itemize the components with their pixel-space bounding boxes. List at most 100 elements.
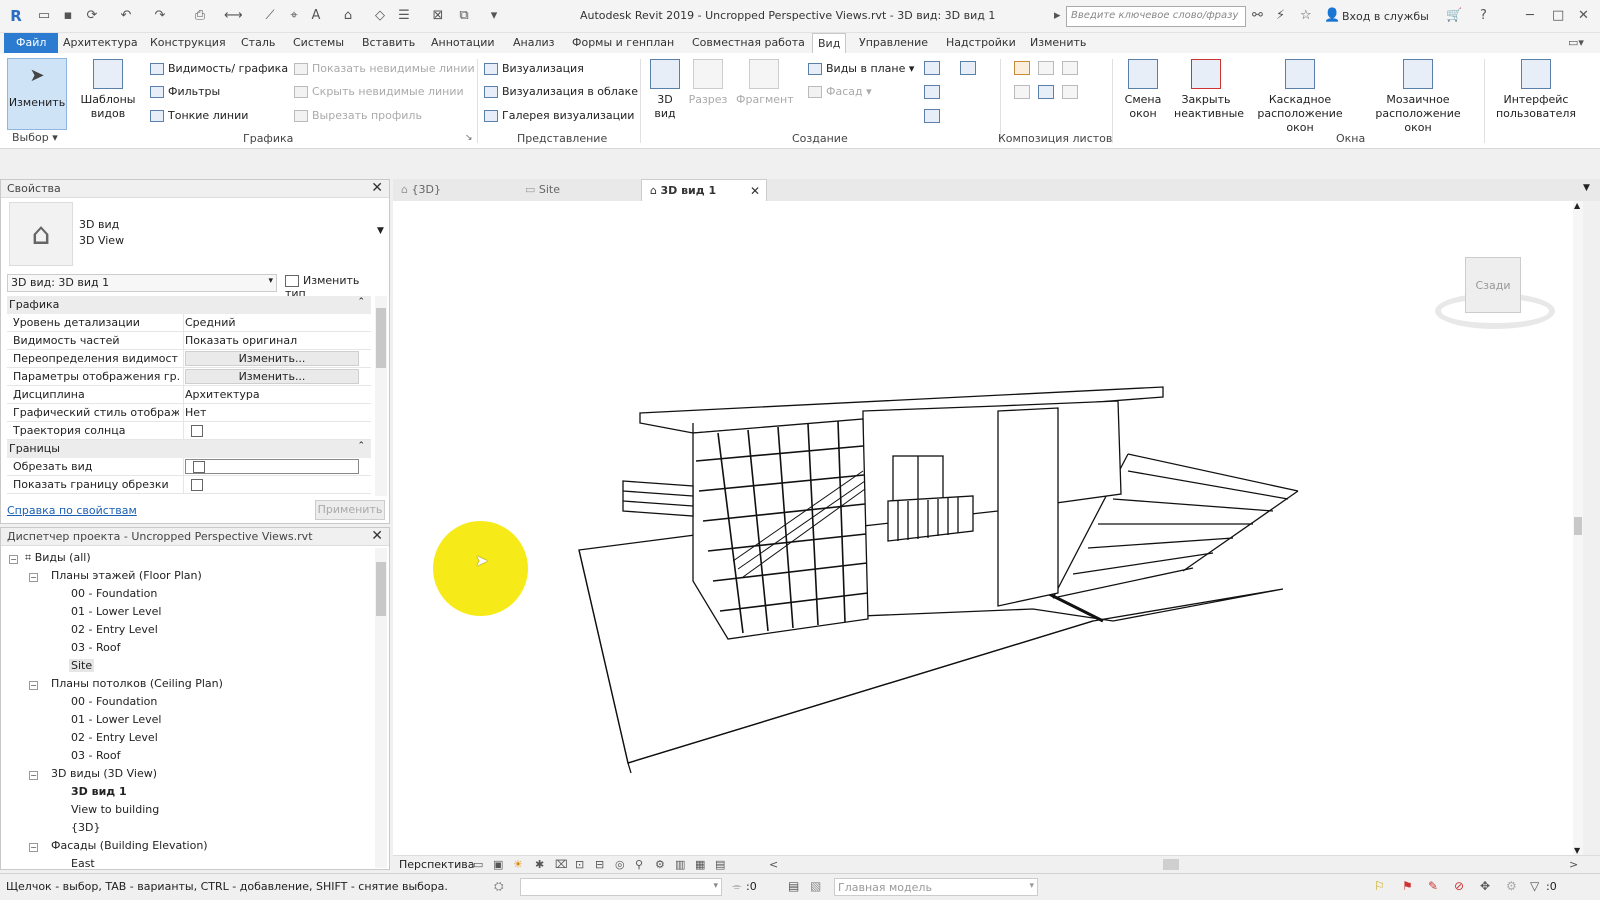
analytical-icon[interactable]: ▥ xyxy=(675,858,685,871)
close-icon[interactable]: ✕ xyxy=(1578,8,1589,23)
select-by-face-icon[interactable]: ⊘ xyxy=(1454,879,1464,893)
tab-structure[interactable]: Конструкция xyxy=(145,33,231,53)
select-pinned-icon[interactable]: ✎ xyxy=(1428,879,1438,893)
tabs-dropdown-icon[interactable]: ▼ xyxy=(1583,183,1590,193)
sheet-icon[interactable] xyxy=(1014,61,1030,75)
callout-button[interactable]: Фрагмент xyxy=(736,59,794,107)
prop-value[interactable]: Нет xyxy=(185,406,206,419)
tab-analyze[interactable]: Анализ xyxy=(508,33,560,53)
sync-icon[interactable]: ⟳ xyxy=(84,8,100,24)
3d-view-button[interactable]: 3D вид xyxy=(648,59,682,121)
3d-view-icon[interactable]: ⌂ xyxy=(340,8,356,24)
workset-dropdown[interactable]: ▾ xyxy=(520,878,722,896)
undo-icon[interactable]: ↶ xyxy=(118,8,134,24)
properties-help-link[interactable]: Справка по свойствам xyxy=(7,504,137,517)
collapse-toggle-icon[interactable]: − xyxy=(9,555,18,564)
edit-type-button[interactable]: Изменить тип xyxy=(285,274,381,300)
temp-properties-icon[interactable]: ⚙ xyxy=(655,858,665,871)
print-icon[interactable]: ⎙ xyxy=(192,8,208,24)
select-links-icon[interactable]: ⚐ xyxy=(1374,879,1385,893)
filter-icon[interactable]: ▽ xyxy=(1530,879,1539,893)
measure-icon[interactable]: ⟷ xyxy=(224,8,243,24)
tree-item[interactable]: 03 - Roof xyxy=(71,749,120,762)
rendering-icon[interactable]: ✱ xyxy=(535,858,544,871)
projection-label[interactable]: Перспектива xyxy=(399,858,474,871)
search-input[interactable]: Введите ключевое слово/фразу xyxy=(1066,6,1246,27)
guide-grid-icon[interactable] xyxy=(1038,85,1054,99)
thin-lines-button[interactable]: Тонкие линии xyxy=(150,109,248,122)
crop-view-checkbox[interactable] xyxy=(193,461,205,473)
section-extents[interactable]: Границы ⌃ xyxy=(7,440,371,458)
titleblock-icon[interactable] xyxy=(1038,61,1054,75)
dimension-icon[interactable]: ⟋ xyxy=(262,8,278,24)
editable-only-icon[interactable]: ⌯ xyxy=(732,879,742,894)
filters-button[interactable]: Фильтры xyxy=(150,85,220,98)
view-ref-icon[interactable] xyxy=(1014,85,1030,99)
hscroll-right-icon[interactable]: > xyxy=(1569,858,1578,871)
tab-manage[interactable]: Управление xyxy=(854,33,933,53)
tab-3d-view-1[interactable]: ⌂ 3D вид 1 ✕ xyxy=(641,179,767,201)
close-hidden-icon[interactable]: ⊠ xyxy=(430,8,446,24)
tree-item[interactable]: View to building xyxy=(71,803,159,816)
viewport-hscroll-thumb[interactable] xyxy=(1163,859,1179,870)
tab-3d-default[interactable]: ⌂ {3D} xyxy=(393,179,515,201)
user-interface-button[interactable]: Интерфейс пользователя xyxy=(1492,59,1580,121)
tab-addins[interactable]: Надстройки xyxy=(941,33,1021,53)
highlight-icon[interactable]: ▦ xyxy=(695,858,705,871)
scroll-down-icon[interactable]: ▼ xyxy=(1574,846,1580,855)
collapse-toggle-icon[interactable]: − xyxy=(29,843,38,852)
tab-collaborate[interactable]: Совместная работа xyxy=(687,33,810,53)
crop-view-icon[interactable]: ⌧ xyxy=(555,858,568,871)
hscroll-left-icon[interactable]: < xyxy=(769,858,778,871)
maximize-icon[interactable]: □ xyxy=(1552,8,1564,23)
render-button[interactable]: Визуализация xyxy=(484,62,584,75)
lock-view-icon[interactable]: ⊟ xyxy=(595,858,604,871)
render-cloud-button[interactable]: Визуализация в облаке xyxy=(484,85,638,98)
communication-icon[interactable]: ⚡ xyxy=(1276,8,1285,23)
show-crop-checkbox[interactable] xyxy=(191,479,203,491)
drafting-view-icon[interactable] xyxy=(924,61,940,75)
sun-path-checkbox[interactable] xyxy=(191,425,203,437)
close-icon[interactable]: ✕ xyxy=(371,180,383,196)
type-selector-arrow-icon[interactable]: ▼ xyxy=(377,226,384,236)
tree-item-active[interactable]: 3D вид 1 xyxy=(71,785,127,798)
tab-site[interactable]: ▭ Site xyxy=(517,179,639,201)
render-gallery-button[interactable]: Галерея визуализации xyxy=(484,109,634,122)
tree-item[interactable]: {3D} xyxy=(71,821,100,834)
crop-view-field[interactable] xyxy=(185,459,359,474)
favorites-icon[interactable]: ☆ xyxy=(1300,8,1312,23)
tree-item[interactable]: 02 - Entry Level xyxy=(71,623,158,636)
binoculars-icon[interactable]: ⚯ xyxy=(1252,8,1263,23)
section-graphics[interactable]: Графика ⌃ xyxy=(7,296,371,314)
close-inactive-button[interactable]: Закрыть неактивные xyxy=(1174,59,1244,121)
elevation-dropdown[interactable]: Фасад ▾ xyxy=(808,85,872,98)
scope-box-icon[interactable] xyxy=(924,85,940,99)
close-icon[interactable]: ✕ xyxy=(371,528,383,544)
legends-icon[interactable] xyxy=(924,109,940,123)
section-button[interactable]: Разрез xyxy=(688,59,728,107)
tree-item[interactable]: 01 - Lower Level xyxy=(71,605,161,618)
hide-hidden-lines-button[interactable]: Скрыть невидимые линии xyxy=(294,85,464,98)
tree-3d-views[interactable]: 3D виды (3D View) xyxy=(51,767,157,780)
active-model-icon[interactable]: ▧ xyxy=(810,879,821,893)
collapse-toggle-icon[interactable]: − xyxy=(29,681,38,690)
graphics-panel-launcher-icon[interactable]: ↘ xyxy=(465,133,473,143)
apply-button[interactable]: Применить xyxy=(315,500,385,520)
background-process-icon[interactable]: ⚙ xyxy=(1506,879,1517,893)
tree-ceiling-plans[interactable]: Планы потолков (Ceiling Plan) xyxy=(51,677,223,690)
tree-floor-plans[interactable]: Планы этажей (Floor Plan) xyxy=(51,569,202,582)
revit-logo-icon[interactable]: R xyxy=(8,8,24,24)
plan-views-dropdown[interactable]: Виды в плане ▾ xyxy=(808,62,914,75)
visibility-graphics-button[interactable]: Видимость/ графика xyxy=(150,62,288,75)
scroll-thumb[interactable] xyxy=(376,308,386,368)
switch-windows-button[interactable]: Смена окон xyxy=(1118,59,1168,121)
ribbon-toggle-icon[interactable]: ▭▾ xyxy=(1568,36,1584,49)
select-dropdown[interactable]: Выбор ▾ xyxy=(12,131,58,144)
tab-view[interactable]: Вид xyxy=(812,33,847,53)
switch-windows-icon[interactable]: ⧉ xyxy=(456,8,472,24)
browser-scrollbar[interactable] xyxy=(375,548,387,868)
revisions-icon[interactable] xyxy=(1062,61,1078,75)
show-crop-icon[interactable]: ⊡ xyxy=(575,858,584,871)
arrow-right-icon[interactable]: ▸ xyxy=(1054,8,1061,23)
tab-massing-site[interactable]: Формы и генплан xyxy=(567,33,679,53)
